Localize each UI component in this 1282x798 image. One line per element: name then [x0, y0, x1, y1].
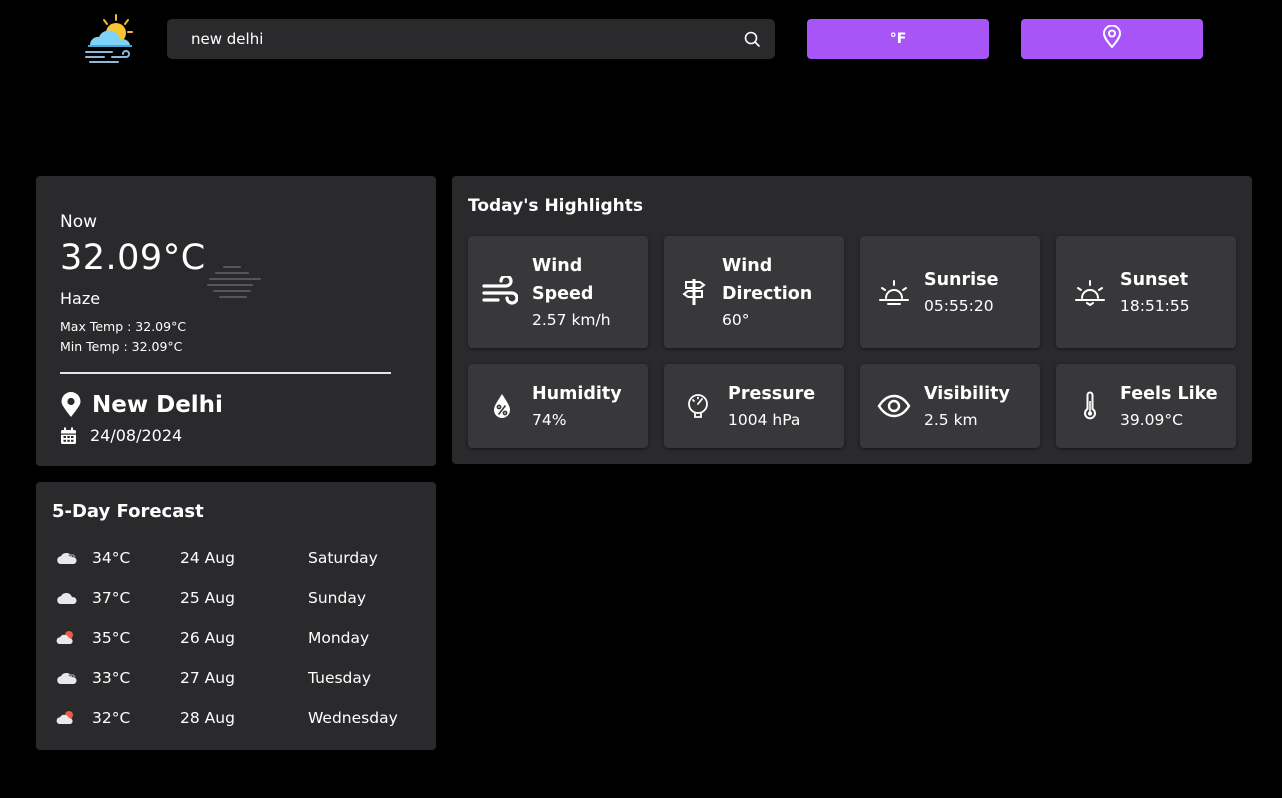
cloud-icon [56, 670, 78, 686]
highlight-value: 18:51:55 [1120, 297, 1190, 315]
humidity-icon [482, 386, 522, 426]
cloud-sun-icon [56, 630, 78, 646]
city-row: New Delhi [60, 392, 223, 418]
city-name: New Delhi [92, 392, 223, 418]
calendar-icon [60, 427, 77, 445]
highlight-tile-wind-direction: Wind Direction 60° [664, 236, 844, 348]
forecast-date: 28 Aug [180, 709, 235, 727]
highlight-label: Sunrise [924, 270, 999, 290]
current-date: 24/08/2024 [90, 426, 183, 445]
location-pin-icon [60, 392, 82, 418]
forecast-card: 5-Day Forecast 34°C 24 Aug Saturday 37°C… [36, 482, 436, 750]
max-temp: Max Temp : 32.09°C [60, 319, 187, 334]
sunrise-icon [874, 272, 914, 312]
forecast-date: 25 Aug [180, 589, 235, 607]
forecast-weekday: Monday [308, 629, 370, 647]
forecast-weekday: Tuesday [308, 669, 372, 687]
unit-toggle-button[interactable]: °F [807, 19, 989, 59]
date-row: 24/08/2024 [60, 426, 182, 445]
highlight-value: 74% [532, 411, 567, 429]
highlight-label: Sunset [1120, 270, 1189, 290]
divider [60, 372, 391, 374]
highlight-tile-sunset: Sunset 18:51:55 [1056, 236, 1236, 348]
current-weather-card: Now 32.09°C Haze Max Temp : 32.09°C Min … [36, 176, 436, 466]
highlights-title: Today's Highlights [468, 196, 643, 216]
highlight-tile-feels-like: Feels Like 39.09°C [1056, 364, 1236, 448]
forecast-row: 33°C 27 Aug Tuesday [56, 666, 426, 690]
min-temp: Min Temp : 32.09°C [60, 339, 183, 354]
forecast-weekday: Wednesday [308, 709, 398, 727]
highlight-label: Pressure [728, 384, 816, 404]
forecast-row: 35°C 26 Aug Monday [56, 626, 426, 650]
highlight-value: 2.57 km/h [532, 311, 611, 329]
eye-icon [874, 386, 914, 426]
forecast-row: 37°C 25 Aug Sunday [56, 586, 426, 610]
forecast-row: 34°C 24 Aug Saturday [56, 546, 426, 570]
search-icon[interactable] [743, 30, 761, 48]
cloud-icon [56, 590, 78, 606]
highlight-label: Speed [532, 284, 594, 304]
highlight-value: 60° [722, 311, 750, 329]
now-label: Now [60, 212, 98, 232]
highlight-value: 39.09°C [1120, 411, 1183, 429]
forecast-temp: 34°C [92, 549, 131, 567]
weather-condition: Haze [60, 289, 101, 308]
forecast-title: 5-Day Forecast [52, 501, 204, 522]
forecast-weekday: Saturday [308, 549, 378, 567]
forecast-weekday: Sunday [308, 589, 366, 607]
forecast-row: 32°C 28 Aug Wednesday [56, 706, 426, 730]
haze-icon [206, 264, 262, 300]
search-input[interactable] [191, 30, 743, 48]
map-pin-icon [1102, 24, 1122, 53]
wind-icon [480, 272, 520, 312]
forecast-temp: 32°C [92, 709, 131, 727]
weather-logo-icon [82, 13, 138, 65]
highlight-value: 2.5 km [924, 411, 978, 429]
gauge-icon [678, 386, 718, 426]
highlight-tile-sunrise: Sunrise 05:55:20 [860, 236, 1040, 348]
cloud-icon [56, 550, 78, 566]
highlight-tile-wind-speed: Wind Speed 2.57 km/h [468, 236, 648, 348]
highlight-label: Wind [532, 256, 583, 276]
search-bar[interactable] [167, 19, 775, 59]
current-temperature: 32.09°C [60, 238, 206, 278]
forecast-temp: 33°C [92, 669, 131, 687]
forecast-date: 27 Aug [180, 669, 235, 687]
sunset-icon [1070, 272, 1110, 312]
highlight-label: Visibility [924, 384, 1010, 404]
current-location-button[interactable] [1021, 19, 1203, 59]
highlight-label: Direction [722, 284, 813, 304]
cloud-sun-icon [56, 710, 78, 726]
highlight-value: 1004 hPa [728, 411, 801, 429]
thermometer-icon [1070, 386, 1110, 426]
signpost-icon [674, 272, 714, 312]
forecast-temp: 35°C [92, 629, 131, 647]
highlight-tile-humidity: Humidity 74% [468, 364, 648, 448]
highlight-label: Feels Like [1120, 384, 1218, 404]
forecast-temp: 37°C [92, 589, 131, 607]
highlight-label: Wind [722, 256, 773, 276]
forecast-date: 26 Aug [180, 629, 235, 647]
highlight-tile-visibility: Visibility 2.5 km [860, 364, 1040, 448]
highlights-card: Today's Highlights Wind Speed 2.57 km/h … [452, 176, 1252, 464]
highlight-label: Humidity [532, 384, 622, 404]
highlight-value: 05:55:20 [924, 297, 994, 315]
forecast-date: 24 Aug [180, 549, 235, 567]
highlight-tile-pressure: Pressure 1004 hPa [664, 364, 844, 448]
